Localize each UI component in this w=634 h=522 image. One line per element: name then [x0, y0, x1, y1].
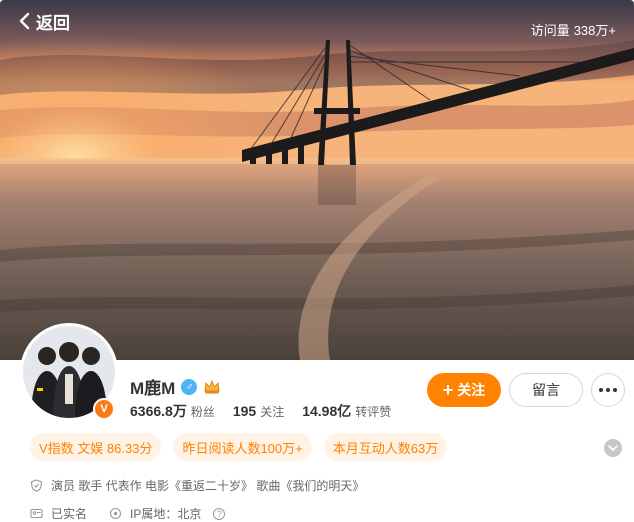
back-button[interactable]: 返回 — [18, 10, 70, 33]
stat-value: 14.98亿 — [302, 403, 352, 419]
back-label: 返回 — [36, 13, 70, 33]
id-card-icon — [30, 508, 43, 519]
stat-label: 粉丝 — [190, 405, 215, 419]
stat-reposts-comments-likes[interactable]: 14.98亿 转评赞 — [302, 401, 391, 421]
more-dot-icon — [606, 388, 610, 392]
crown-icon[interactable] — [203, 379, 221, 395]
tag-list: V指数 文娱 86.33分 昨日阅读人数100万+ 本月互动人数63万 — [30, 433, 448, 461]
chevron-down-icon — [608, 445, 618, 451]
stats-row: 6366.8万 粉丝 195 关注 14.98亿 转评赞 — [130, 401, 391, 421]
message-button[interactable]: 留言 — [509, 373, 583, 407]
verified-badge: V — [93, 398, 115, 420]
tag-daily-readers[interactable]: 昨日阅读人数100万+ — [173, 433, 312, 461]
follow-button[interactable]: + 关注 — [427, 373, 501, 407]
more-dot-icon — [613, 388, 617, 392]
stat-label: 转评赞 — [355, 405, 392, 419]
plus-icon: + — [442, 380, 454, 400]
profile-name: M鹿M — [130, 379, 176, 398]
more-dot-icon — [599, 388, 603, 392]
chevron-left-icon — [19, 12, 30, 30]
cover-image: 返回 访问量 338万+ — [0, 0, 634, 360]
stat-following[interactable]: 195 关注 — [233, 403, 284, 420]
follow-label: 关注 — [457, 382, 486, 398]
identity-row: 已实名 IP属地：北京 ? — [30, 505, 226, 522]
name-row: M鹿M ♂ — [130, 374, 221, 399]
stat-value: 195 — [232, 403, 257, 419]
stat-label: 关注 — [260, 405, 285, 419]
visit-count: 访问量 338万+ — [531, 20, 616, 39]
shield-icon — [30, 479, 43, 492]
message-label: 留言 — [532, 382, 560, 398]
male-icon: ♂ — [181, 378, 198, 395]
realname-text: 已实名 — [51, 507, 88, 521]
tag-monthly-interactions[interactable]: 本月互动人数63万 — [323, 433, 448, 461]
help-icon[interactable]: ? — [213, 507, 226, 520]
ip-location-text: IP属地：北京 — [130, 507, 202, 521]
more-options-button[interactable] — [591, 373, 625, 407]
stat-value: 6366.8万 — [130, 403, 187, 419]
description-row: 演员 歌手 代表作 电影《重返二十岁》 歌曲《我们的明天》 — [30, 477, 364, 494]
visit-count-label: 访问量 — [530, 23, 570, 38]
description-text: 演员 歌手 代表作 电影《重返二十岁》 歌曲《我们的明天》 — [51, 479, 365, 493]
tag-v-index[interactable]: V指数 文娱 86.33分 — [30, 433, 162, 461]
expand-button[interactable] — [604, 439, 622, 457]
stat-fans[interactable]: 6366.8万 粉丝 — [130, 401, 215, 421]
location-icon — [109, 507, 122, 520]
visit-count-value: 338万+ — [573, 23, 616, 38]
